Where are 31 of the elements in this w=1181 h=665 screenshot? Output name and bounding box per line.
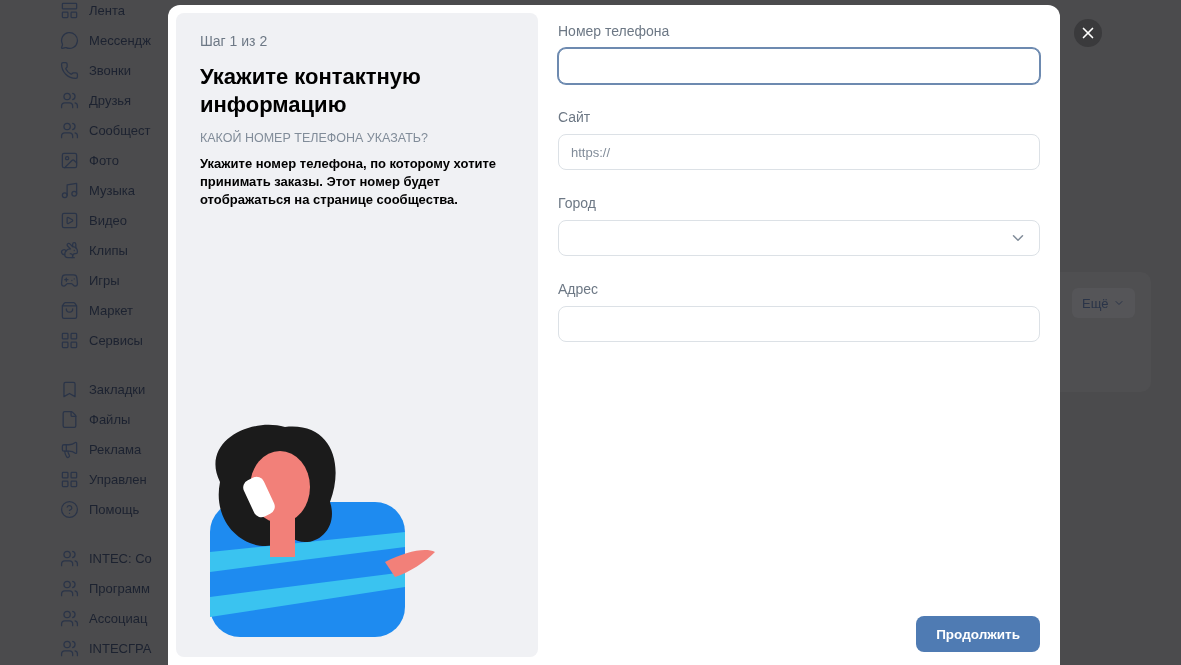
input-field[interactable] [558,48,1040,84]
grid-icon [60,330,79,350]
continue-button[interactable]: Продолжить [916,616,1040,652]
file-icon [60,409,79,429]
help-icon [60,499,79,519]
photo-icon [60,150,79,170]
chat-icon [60,30,79,50]
feed-icon [60,0,79,20]
grid-icon [60,469,79,489]
bag-icon [60,300,79,320]
rabbit-icon [60,240,79,260]
people-icon [60,120,79,140]
question-heading: КАКОЙ НОМЕР ТЕЛЕФОНА УКАЗАТЬ? [200,131,429,145]
field-label: Номер телефона [558,23,671,39]
music-icon [60,180,79,200]
description-text: Укажите номер телефона, по которому хотите принимать заказы. Этот номер будет отображаться на странице сообщества. [200,155,498,209]
field-label: Адрес [558,281,600,297]
people-icon [60,638,79,658]
video-icon [60,210,79,230]
dialog-title: Укажите контактную информацию [200,63,422,119]
people-icon [60,548,79,568]
people-icon [60,90,79,110]
people-icon [60,578,79,598]
megaphone-icon [60,439,79,459]
phone-icon [60,60,79,80]
bookmark-icon [60,379,79,399]
field-label: Сайт [558,109,592,125]
field-label: Город [558,195,597,211]
people-icon [60,608,79,628]
close-button[interactable] [1074,19,1102,47]
step-indicator: Шаг 1 из 2 [200,33,269,49]
